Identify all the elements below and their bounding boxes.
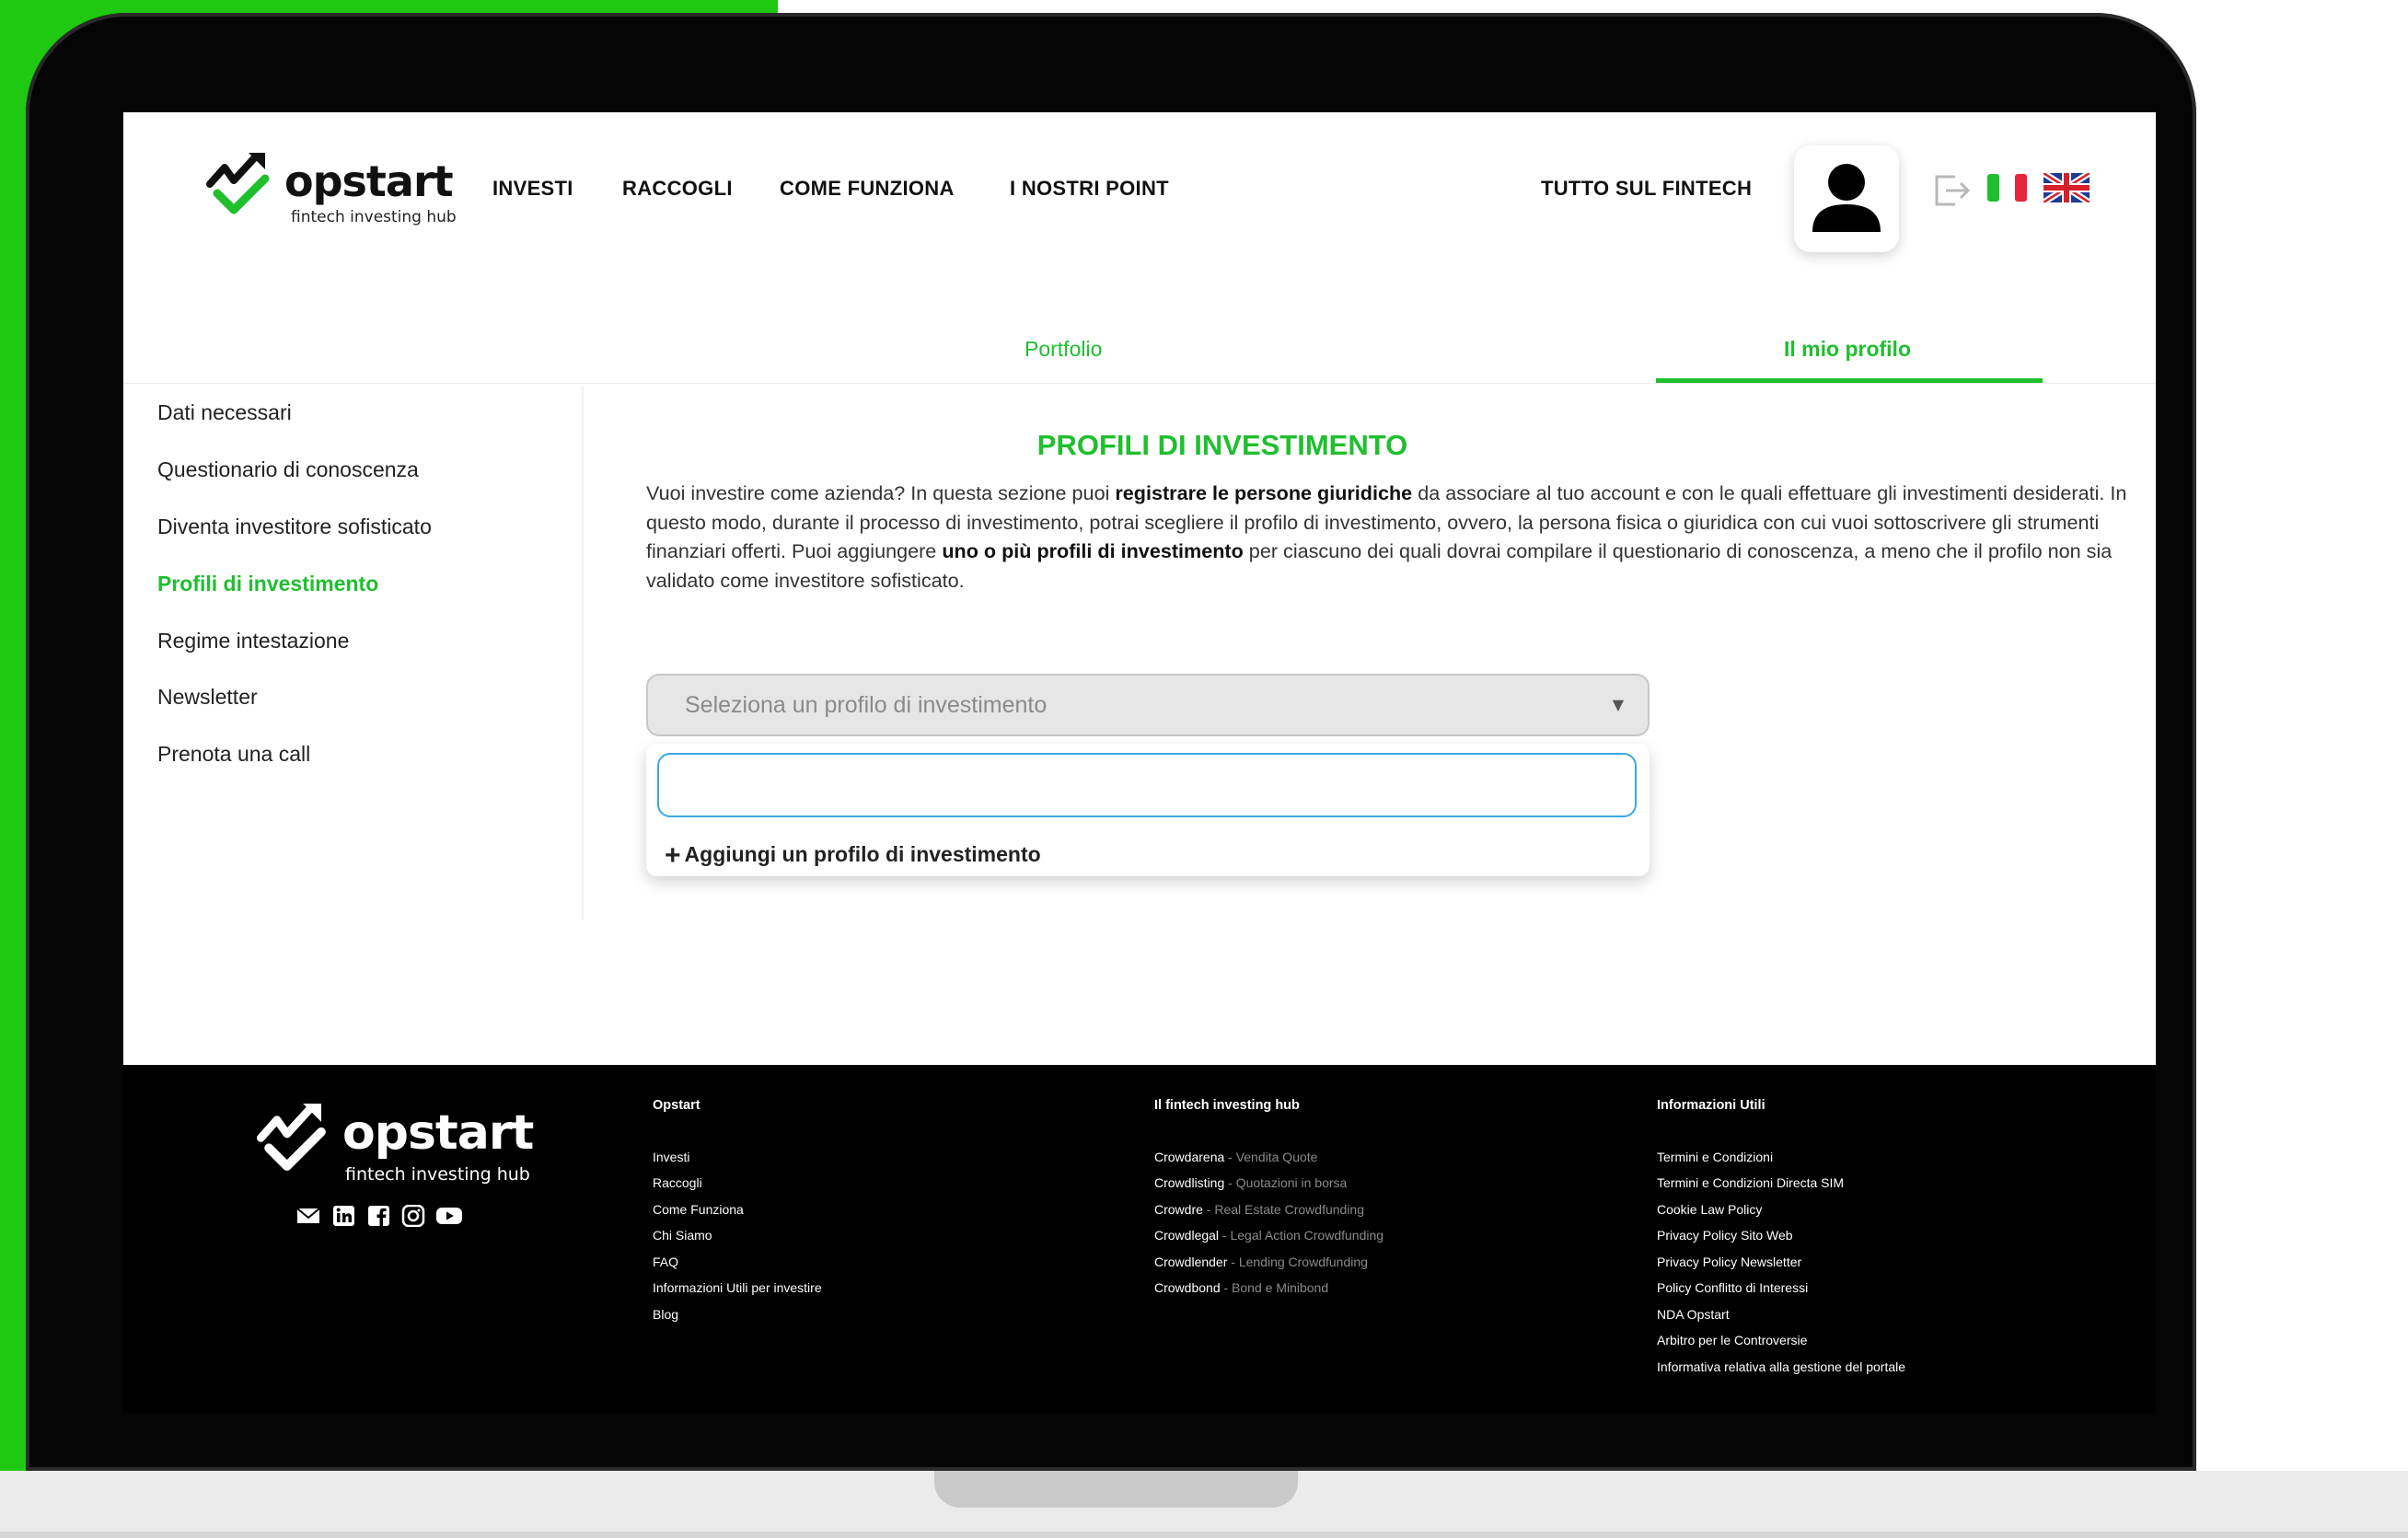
footer-link[interactable]: Termini e Condizioni: [1657, 1150, 1773, 1164]
laptop-base-edge: [0, 1532, 2408, 1538]
logo-mark-icon: [206, 153, 270, 214]
footer-link[interactable]: NDA Opstart: [1657, 1307, 1730, 1322]
footer-link-desc: - Legal Action Crowdfunding: [1219, 1228, 1384, 1243]
footer-link-desc: - Vendita Quote: [1224, 1150, 1318, 1164]
laptop-bezel: opstart fintech investing hub INVESTI RA…: [26, 13, 2196, 1471]
footer-link[interactable]: Crowdlisting - Quotazioni in borsa: [1154, 1175, 1347, 1190]
footer-link[interactable]: Crowdlegal - Legal Action Crowdfunding: [1154, 1228, 1383, 1243]
footer-link[interactable]: Raccogli: [653, 1175, 702, 1190]
logout-icon[interactable]: [1933, 173, 1972, 208]
sidebar-item-investitore-sofisticato[interactable]: Diventa investitore sofisticato: [157, 515, 432, 539]
footer-link[interactable]: FAQ: [653, 1255, 678, 1269]
site-footer: opstart fintech investing hub Opstart In…: [123, 1065, 2156, 1413]
footer-logo-wordmark: opstart: [342, 1105, 534, 1161]
tab-portfolio[interactable]: Portfolio: [1025, 337, 1102, 362]
footer-link[interactable]: Informativa relativa alla gestione del p…: [1657, 1359, 1905, 1374]
add-profile-option[interactable]: + Aggiungi un profilo di investimento: [665, 838, 1041, 871]
footer-link-desc: - Quotazioni in borsa: [1224, 1175, 1348, 1190]
nav-raccogli[interactable]: RACCOGLI: [622, 177, 733, 201]
footer-link[interactable]: Come Funziona: [653, 1202, 744, 1217]
footer-link[interactable]: Crowdlender - Lending Crowdfunding: [1154, 1255, 1368, 1269]
footer-link-name: Crowdbond: [1154, 1280, 1221, 1295]
footer-link[interactable]: Investi: [653, 1150, 689, 1164]
footer-col-opstart-title: Opstart: [653, 1098, 700, 1113]
footer-link[interactable]: Termini e Condizioni Directa SIM: [1657, 1175, 1844, 1190]
footer-link[interactable]: Blog: [653, 1307, 678, 1322]
intro-text-1: Vuoi investire come azienda? In questa s…: [646, 481, 1116, 504]
footer-link-name: Crowdlender: [1154, 1255, 1228, 1269]
footer-link[interactable]: Cookie Law Policy: [1657, 1202, 1762, 1217]
footer-link[interactable]: Crowdbond - Bond e Minibond: [1154, 1280, 1328, 1295]
intro-paragraph: Vuoi investire come azienda? In questa s…: [646, 479, 2128, 595]
plus-icon: +: [665, 840, 681, 871]
linkedin-icon[interactable]: [332, 1205, 356, 1227]
footer-col-hub-title: Il fintech investing hub: [1154, 1098, 1300, 1113]
uk-flag-icon[interactable]: [2043, 173, 2090, 202]
footer-link[interactable]: Privacy Policy Newsletter: [1657, 1255, 1801, 1269]
tab-il-mio-profilo[interactable]: Il mio profilo: [1784, 337, 1911, 362]
opstart-logo[interactable]: opstart fintech investing hub: [206, 151, 457, 234]
sidebar-item-profili-investimento[interactable]: Profili di investimento: [157, 572, 378, 596]
investment-profile-select[interactable]: Seleziona un profilo di investimento ▼: [646, 674, 1650, 736]
logo-wordmark: opstart: [284, 156, 454, 206]
nav-i-nostri-point[interactable]: I NOSTRI POINT: [1010, 177, 1169, 201]
dropdown-search-input[interactable]: [657, 753, 1637, 817]
footer-link[interactable]: Arbitro per le Controversie: [1657, 1333, 1807, 1347]
footer-link[interactable]: Crowdarena - Vendita Quote: [1154, 1150, 1317, 1164]
footer-link-name: Crowdlisting: [1154, 1175, 1225, 1190]
footer-link[interactable]: Chi Siamo: [653, 1228, 712, 1243]
footer-link-desc: - Lending Crowdfunding: [1227, 1255, 1368, 1269]
footer-link-name: Crowdre: [1154, 1202, 1203, 1217]
youtube-icon[interactable]: [435, 1205, 463, 1227]
nav-come-funziona[interactable]: COME FUNZIONA: [780, 177, 955, 201]
footer-link-name: Crowdlegal: [1154, 1228, 1220, 1243]
add-profile-label: Aggiungi un profilo di investimento: [684, 842, 1041, 866]
intro-bold-1: registrare le persone giuridiche: [1115, 481, 1413, 504]
page-title-text: PROFILI DI INVESTIMENTO: [1036, 429, 1408, 461]
sidebar-item-newsletter[interactable]: Newsletter: [157, 685, 258, 710]
laptop-hinge: [934, 1471, 1298, 1508]
mail-icon[interactable]: [296, 1205, 320, 1227]
nav-investi[interactable]: INVESTI: [492, 177, 573, 201]
footer-link[interactable]: Crowdre - Real Estate Crowdfunding: [1154, 1202, 1364, 1217]
footer-link-name: Crowdarena: [1154, 1150, 1225, 1164]
user-avatar-button[interactable]: [1794, 145, 1899, 252]
footer-col-info-title: Informazioni Utili: [1657, 1098, 1765, 1113]
footer-logo-mark-icon: [257, 1104, 326, 1171]
sidebar-item-prenota-call[interactable]: Prenota una call: [157, 742, 310, 767]
footer-link-desc: - Real Estate Crowdfunding: [1202, 1202, 1364, 1217]
caret-down-icon: ▼: [1612, 696, 1624, 713]
tabs-divider: [123, 383, 2156, 384]
active-tab-indicator: [1656, 378, 2043, 383]
italian-flag-icon[interactable]: [1985, 173, 2030, 202]
footer-link[interactable]: Informazioni Utili per investire: [653, 1280, 822, 1295]
facebook-icon[interactable]: [367, 1205, 391, 1227]
footer-link[interactable]: Policy Conflitto di Interessi: [1657, 1280, 1808, 1295]
footer-link[interactable]: Privacy Policy Sito Web: [1657, 1228, 1793, 1243]
sidebar-divider: [582, 387, 584, 920]
intro-bold-2: uno o più profili di investimento: [942, 539, 1244, 562]
nav-tutto-sul-fintech[interactable]: TUTTO SUL FINTECH: [1541, 177, 1752, 201]
footer-link-desc: - Bond e Minibond: [1220, 1280, 1329, 1295]
sidebar-item-regime-intestazione[interactable]: Regime intestazione: [157, 629, 349, 653]
sidebar-item-dati-necessari[interactable]: Dati necessari: [157, 400, 292, 425]
logo-tagline: fintech investing hub: [291, 208, 457, 226]
app-screen: opstart fintech investing hub INVESTI RA…: [123, 112, 2156, 1065]
user-icon: [1812, 164, 1881, 232]
footer-logo-tagline: fintech investing hub: [345, 1164, 530, 1185]
profile-dropdown: + Aggiungi un profilo di investimento: [646, 744, 1650, 876]
page-title: PROFILI DI INVESTIMENTO: [123, 429, 2156, 462]
footer-logo[interactable]: opstart fintech investing hub: [257, 1102, 534, 1194]
instagram-icon[interactable]: [401, 1205, 425, 1227]
select-placeholder: Seleziona un profilo di investimento: [685, 692, 1048, 718]
